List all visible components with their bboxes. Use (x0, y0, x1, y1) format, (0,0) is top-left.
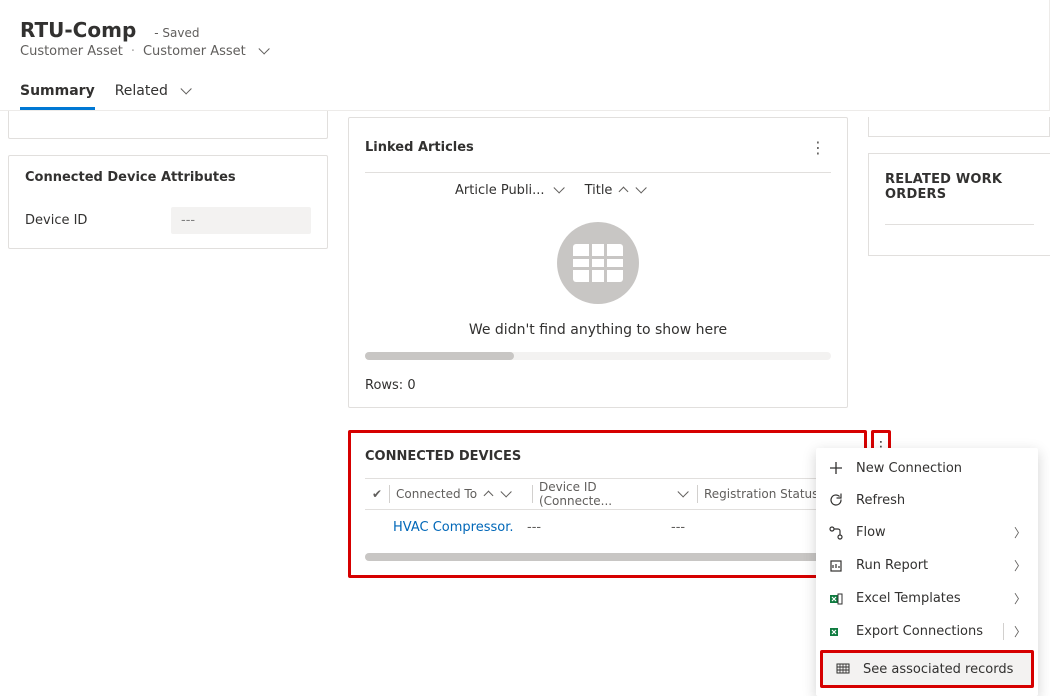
horizontal-scrollbar[interactable] (365, 352, 831, 360)
chevron-down-icon (496, 487, 508, 501)
chevron-down-icon (176, 83, 188, 99)
breadcrumb-entity: Customer Asset (20, 44, 123, 59)
device-id-field[interactable]: --- (171, 207, 311, 234)
rows-count: Rows: 0 (365, 378, 831, 393)
select-all-checkbox[interactable]: ✔ (365, 487, 389, 501)
excel-icon (828, 591, 844, 607)
tab-summary[interactable]: Summary (20, 77, 95, 110)
chevron-down-icon[interactable] (254, 44, 266, 59)
menu-flow[interactable]: Flow 〉 (816, 516, 1038, 549)
empty-grid-icon (557, 222, 639, 304)
more-button[interactable]: ⋮ (805, 134, 831, 160)
sort-ascending-icon (616, 183, 627, 198)
excel-export-icon (828, 624, 844, 640)
chevron-right-icon: 〉 (1014, 524, 1026, 541)
chevron-down-icon (631, 183, 643, 198)
connected-device-attributes-panel: Connected Device Attributes Device ID --… (8, 155, 328, 249)
plus-icon (828, 460, 844, 476)
menu-export-connections[interactable]: Export Connections 〉 (816, 615, 1038, 648)
device-id-label: Device ID (25, 213, 153, 228)
partial-card-top-right (868, 117, 1050, 137)
form-tabs: Summary Related (20, 77, 1029, 110)
associated-records-icon (835, 661, 851, 677)
divider (885, 224, 1034, 225)
menu-refresh[interactable]: Refresh (816, 484, 1038, 516)
chevron-down-icon (673, 487, 685, 501)
chevron-down-icon (549, 183, 561, 198)
saved-indicator: - Saved (154, 26, 199, 40)
column-title[interactable]: Title (585, 183, 644, 198)
menu-new-connection[interactable]: New Connection (816, 452, 1038, 484)
tab-summary-label: Summary (20, 83, 95, 99)
connected-devices-title: CONNECTED DEVICES (365, 449, 850, 464)
page-title: RTU-Comp (20, 18, 136, 42)
row-registration-status-value: --- (671, 520, 685, 535)
connected-devices-card: CONNECTED DEVICES ✔ Connected To Device … (348, 430, 867, 578)
chevron-right-icon: 〉 (1014, 557, 1026, 574)
chevron-right-icon: 〉 (1003, 623, 1026, 640)
breadcrumb-separator: · (131, 44, 135, 59)
context-menu: New Connection Refresh Flow 〉 Run Report… (816, 448, 1038, 696)
column-device-id[interactable]: Device ID (Connecte... (539, 480, 691, 508)
menu-excel-templates[interactable]: Excel Templates 〉 (816, 582, 1038, 615)
sort-ascending-icon (481, 487, 492, 501)
row-device-id-value: --- (519, 520, 671, 535)
linked-articles-card: Linked Articles ⋮ Article Publi... Title (348, 117, 848, 408)
related-work-orders-title: RELATED WORK ORDERS (885, 172, 1034, 202)
chevron-right-icon: 〉 (1014, 590, 1026, 607)
related-work-orders-card: RELATED WORK ORDERS (868, 153, 1050, 256)
panel-title: Connected Device Attributes (25, 170, 311, 185)
linked-articles-title: Linked Articles (365, 140, 474, 155)
report-icon (828, 558, 844, 574)
partial-card-top (8, 111, 328, 139)
menu-run-report[interactable]: Run Report 〉 (816, 549, 1038, 582)
menu-see-associated-records[interactable]: See associated records (823, 653, 1031, 685)
column-connected-to[interactable]: Connected To (396, 487, 526, 501)
column-article-public[interactable]: Article Publi... (455, 183, 561, 198)
page-header: RTU-Comp - Saved Customer Asset · Custom… (0, 0, 1050, 111)
table-row[interactable]: HVAC Compressor. --- --- (365, 510, 850, 545)
refresh-icon (828, 492, 844, 508)
row-link-hvac[interactable]: HVAC Compressor. (393, 520, 519, 535)
horizontal-scrollbar[interactable] (365, 553, 850, 561)
flow-icon (828, 525, 844, 541)
tab-related-label: Related (115, 83, 168, 99)
empty-state-text: We didn't find anything to show here (365, 322, 831, 338)
tab-related[interactable]: Related (115, 77, 189, 110)
breadcrumb-form: Customer Asset (143, 44, 246, 59)
